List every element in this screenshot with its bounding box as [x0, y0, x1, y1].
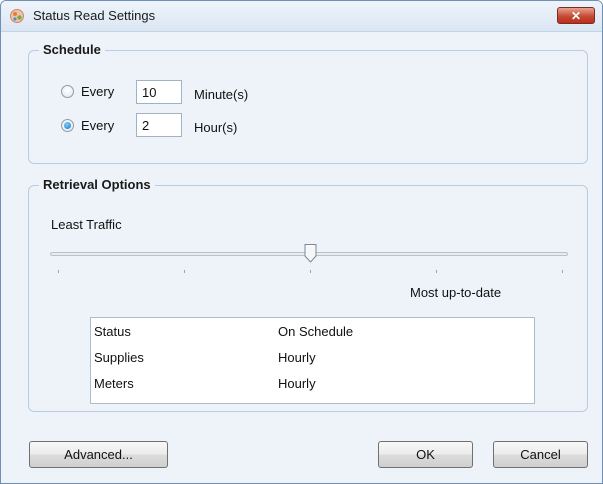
info-name: Supplies	[94, 350, 144, 365]
schedule-group: Schedule	[28, 42, 588, 164]
slider-tick	[562, 270, 563, 273]
ok-button[interactable]: OK	[378, 441, 473, 468]
status-app-icon	[10, 9, 24, 23]
radio-selected-dot	[64, 122, 71, 129]
slider-max-label: Most up-to-date	[410, 285, 502, 300]
info-row: Supplies Hourly	[91, 350, 534, 370]
advanced-button[interactable]: Advanced...	[29, 441, 168, 468]
window-title: Status Read Settings	[33, 8, 156, 23]
status-info-panel: Status On Schedule Supplies Hourly Meter…	[90, 317, 535, 404]
every-minutes-label: Every	[81, 84, 115, 99]
slider-tick	[58, 270, 59, 273]
status-read-settings-dialog: Status Read Settings ✕ Schedule Every Mi…	[0, 0, 603, 484]
traffic-slider-thumb[interactable]	[304, 243, 317, 263]
info-value: Hourly	[278, 350, 316, 365]
info-row: Meters Hourly	[91, 376, 534, 396]
info-row: Status On Schedule	[91, 324, 534, 344]
radio-every-hours[interactable]	[61, 119, 74, 132]
schedule-legend: Schedule	[39, 42, 105, 57]
every-hours-label: Every	[81, 118, 115, 133]
retrieval-options-legend: Retrieval Options	[39, 177, 155, 192]
slider-tick	[310, 270, 311, 273]
radio-every-minutes[interactable]	[61, 85, 74, 98]
hours-unit-label: Hour(s)	[194, 120, 238, 135]
minutes-input[interactable]	[136, 80, 182, 104]
minutes-unit-label: Minute(s)	[194, 87, 249, 102]
info-name: Status	[94, 324, 131, 339]
close-button[interactable]: ✕	[557, 7, 595, 24]
info-name: Meters	[94, 376, 134, 391]
slider-tick	[184, 270, 185, 273]
close-icon: ✕	[570, 9, 582, 23]
slider-tick	[436, 270, 437, 273]
info-value: On Schedule	[278, 324, 354, 339]
info-value: Hourly	[278, 376, 316, 391]
hours-input[interactable]	[136, 113, 182, 137]
dialog-body: Schedule Every Minute(s) Every Hour(s) R…	[6, 32, 597, 478]
cancel-button[interactable]: Cancel	[493, 441, 588, 468]
title-bar[interactable]: Status Read Settings ✕	[1, 1, 602, 32]
slider-min-label: Least Traffic	[51, 217, 122, 232]
